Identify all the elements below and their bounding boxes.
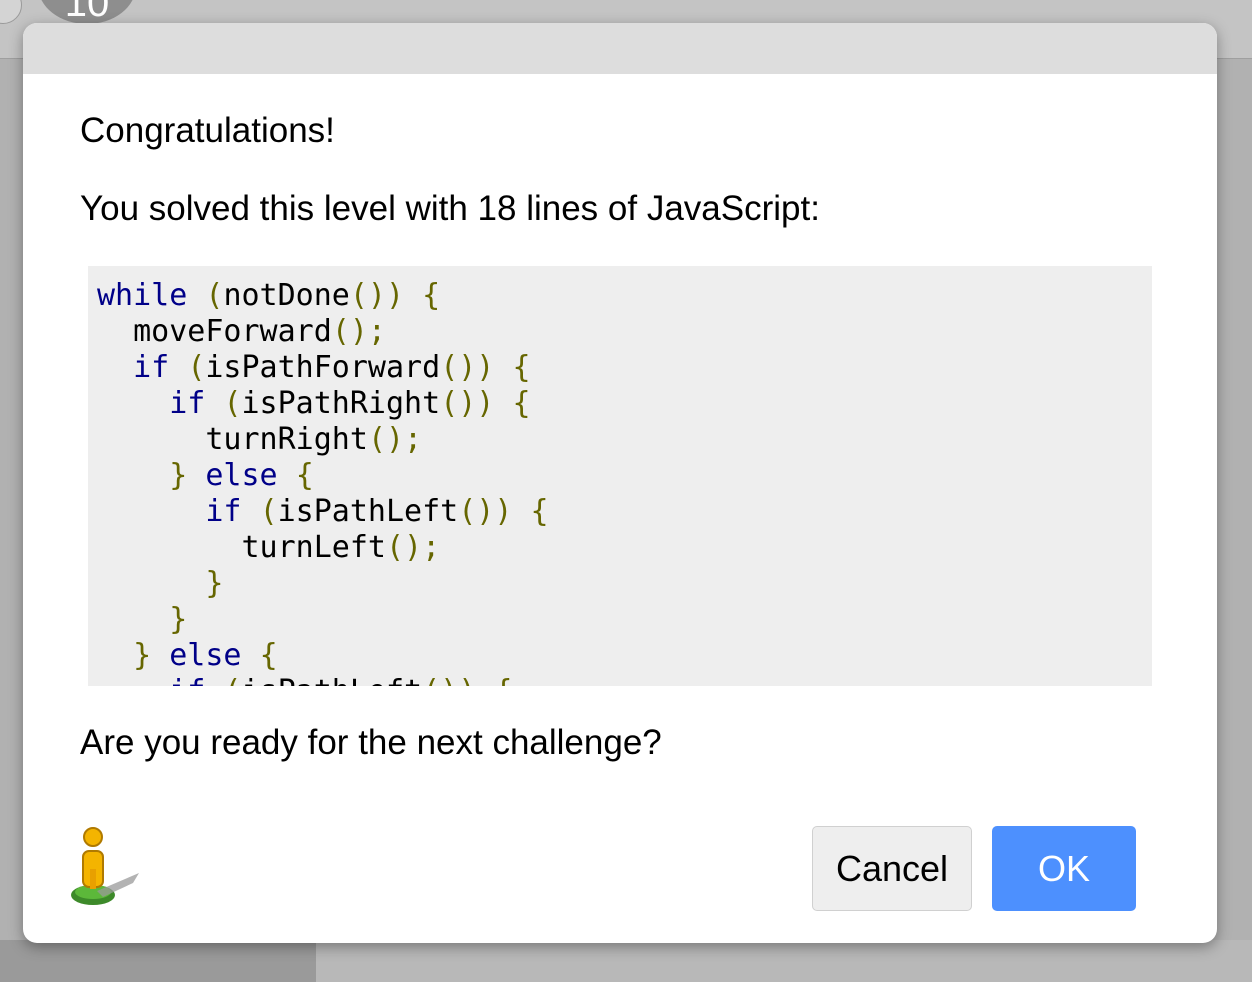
code-punctuation: { bbox=[295, 458, 314, 493]
code-punctuation: ( bbox=[223, 386, 242, 421]
pegman-icon bbox=[71, 827, 139, 905]
code-line: if (isPathLeft()) { bbox=[97, 674, 1152, 686]
code-keyword: if bbox=[133, 350, 170, 385]
code-punctuation: (); bbox=[385, 530, 441, 565]
code-punctuation: (); bbox=[331, 314, 386, 349]
code-line: turnLeft(); bbox=[97, 530, 1152, 566]
congratulations-text: Congratulations! bbox=[80, 111, 335, 150]
background-workspace bbox=[316, 940, 1252, 982]
code-line: } bbox=[97, 566, 1152, 602]
code-punctuation: ()) bbox=[422, 674, 476, 686]
code-punctuation: { bbox=[530, 494, 549, 529]
code-punctuation: { bbox=[494, 674, 512, 686]
code-block: while (notDone()) { moveForward(); if (i… bbox=[88, 266, 1152, 686]
congratulations-dialog: Congratulations! You solved this level w… bbox=[23, 23, 1217, 943]
code-line: moveForward(); bbox=[97, 314, 1152, 350]
code-text: notDone bbox=[223, 278, 350, 313]
code-keyword: else bbox=[205, 458, 278, 493]
dialog-titlebar[interactable] bbox=[23, 23, 1217, 74]
code-punctuation: } bbox=[169, 602, 188, 637]
code-text: moveForward bbox=[97, 314, 332, 349]
code-line: if (isPathLeft()) { bbox=[97, 494, 1152, 530]
background-toolbox-panel bbox=[0, 940, 316, 982]
code-punctuation: ( bbox=[259, 494, 278, 529]
code-punctuation: ()) bbox=[440, 350, 495, 385]
solved-message: You solved this level with 18 lines of J… bbox=[80, 189, 820, 228]
cancel-button[interactable]: Cancel bbox=[812, 826, 972, 911]
code-line: } else { bbox=[97, 638, 1152, 674]
code-punctuation: ( bbox=[205, 278, 224, 313]
background-circle-button[interactable] bbox=[0, 0, 22, 24]
ok-button[interactable]: OK bbox=[992, 826, 1136, 911]
code-text: isPathForward bbox=[205, 350, 441, 385]
next-challenge-question: Are you ready for the next challenge? bbox=[80, 723, 662, 762]
code-text: isPathLeft bbox=[277, 494, 459, 529]
code-punctuation: (); bbox=[367, 422, 423, 457]
code-punctuation: ( bbox=[187, 350, 206, 385]
code-line: if (isPathRight()) { bbox=[97, 386, 1152, 422]
code-line: while (notDone()) { bbox=[97, 278, 1152, 314]
code-line: } else { bbox=[97, 458, 1152, 494]
code-keyword: if bbox=[169, 674, 205, 686]
code-line: if (isPathForward()) { bbox=[97, 350, 1152, 386]
code-punctuation: { bbox=[512, 386, 531, 421]
code-punctuation: ( bbox=[223, 674, 241, 686]
code-keyword: else bbox=[169, 638, 242, 673]
code-keyword: while bbox=[97, 278, 188, 313]
code-punctuation: { bbox=[422, 278, 441, 313]
code-keyword: if bbox=[205, 494, 242, 529]
code-punctuation: } bbox=[169, 458, 188, 493]
code-punctuation: { bbox=[259, 638, 278, 673]
code-punctuation: ()) bbox=[440, 386, 495, 421]
level-number-badge[interactable]: 10 bbox=[38, 0, 136, 25]
code-line: turnRight(); bbox=[97, 422, 1152, 458]
code-text: turnLeft bbox=[97, 530, 386, 565]
code-punctuation: { bbox=[512, 350, 531, 385]
code-punctuation: } bbox=[205, 566, 224, 601]
code-keyword: if bbox=[169, 386, 206, 421]
code-text: isPathLeft bbox=[242, 674, 423, 686]
code-punctuation: } bbox=[133, 638, 152, 673]
code-text: turnRight bbox=[97, 422, 368, 457]
code-punctuation: ()) bbox=[349, 278, 405, 313]
code-punctuation: ()) bbox=[458, 494, 513, 529]
code-line: } bbox=[97, 602, 1152, 638]
code-text: isPathRight bbox=[241, 386, 441, 421]
code-listing[interactable]: while (notDone()) { moveForward(); if (i… bbox=[88, 266, 1152, 686]
